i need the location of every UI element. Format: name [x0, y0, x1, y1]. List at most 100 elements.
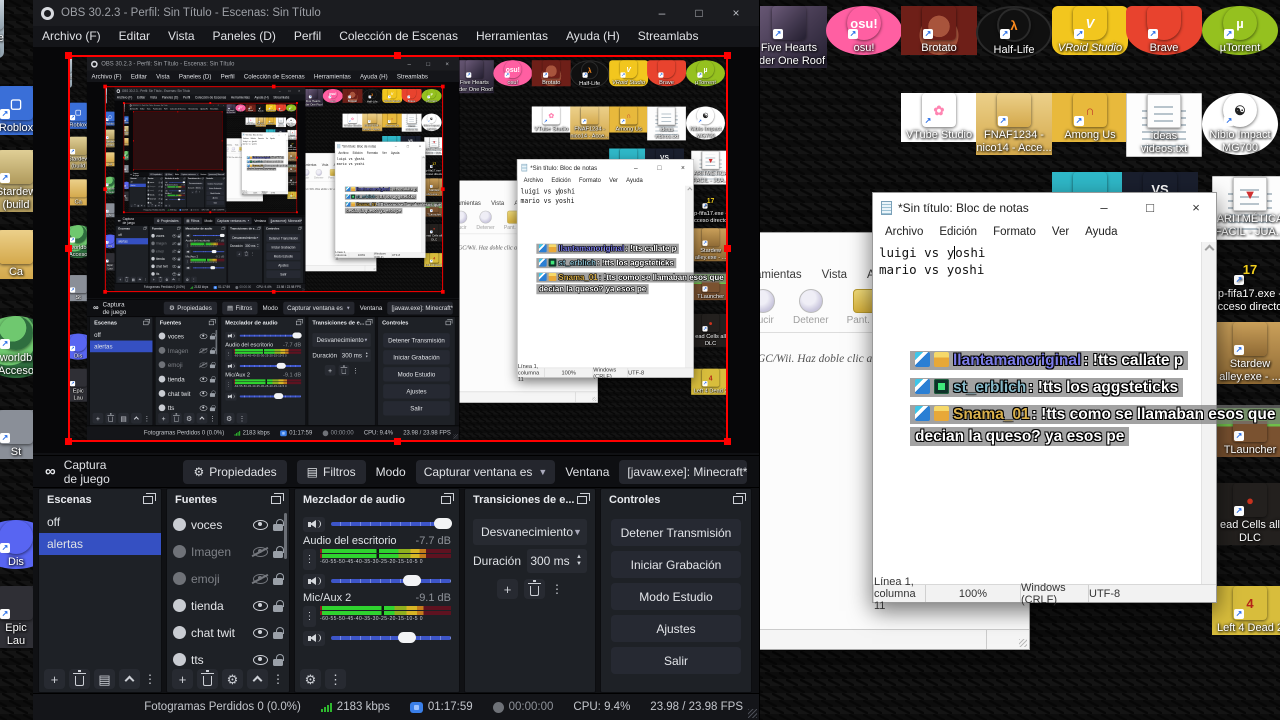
transition-type-dropdown[interactable]: Desvanecimiento ▼ [473, 519, 587, 545]
dolphin-menu-item[interactable]: Vista [822, 269, 847, 281]
remove-transition-button[interactable] [524, 579, 545, 599]
resize-grip[interactable] [748, 709, 757, 718]
control-button[interactable]: Detener Transmisión [611, 519, 741, 546]
popout-icon[interactable] [577, 493, 590, 504]
close-button[interactable]: × [1176, 193, 1216, 223]
source-item[interactable]: chat twit [167, 619, 289, 646]
visibility-eye-icon[interactable] [253, 573, 268, 584]
visibility-eye-icon[interactable] [253, 519, 268, 530]
desktop-icon[interactable]: ↗ Five Hearts nder One Roof [751, 6, 827, 68]
notepad-menu-item[interactable]: Edición [931, 223, 985, 242]
lock-icon[interactable] [273, 653, 284, 666]
maximize-button[interactable]: □ [684, 6, 714, 20]
minimize-button[interactable]: – [647, 6, 677, 20]
slider-knob[interactable] [398, 632, 417, 643]
channel-options-button[interactable]: ⋮ [303, 549, 316, 570]
volume-slider[interactable] [331, 632, 451, 643]
resize-handle[interactable] [394, 52, 401, 59]
control-button[interactable]: Modo Estudio [611, 583, 741, 610]
minimize-button[interactable]: – [1084, 193, 1124, 223]
desktop-icon[interactable]: ✿ ↗ VTube Studio [901, 93, 977, 142]
capture-mode-dropdown[interactable]: Capturar ventana es ▼ [415, 459, 556, 484]
desktop-icon[interactable]: ● ↗ ead Cells all DLC [1212, 483, 1280, 545]
mute-button[interactable] [303, 516, 325, 532]
scenes-more-button[interactable]: ⋮ [144, 672, 156, 686]
dolphin-menu-item[interactable]: amientas [755, 269, 802, 281]
scene-filters-button[interactable]: ▤ [94, 669, 115, 689]
notepad-menu-item[interactable]: Archivo [877, 223, 931, 242]
desktop-icon[interactable]: ▼ ARITMÉTICA FACIL - JUA... [1212, 176, 1280, 240]
desktop-icon[interactable]: V ↗ VRoid Studio [1052, 6, 1128, 55]
scene-item[interactable]: alertas [39, 533, 161, 555]
dolphin-tool-button[interactable]: Detener [793, 289, 829, 326]
desktop-icon[interactable]: 4 ↗ Left 4 Dead 2 [1212, 586, 1280, 635]
add-source-button[interactable]: + [172, 669, 193, 689]
control-button[interactable]: Ajustes [611, 615, 741, 642]
desktop-icon[interactable]: ↗ FNAF1234 - nico14 - Acce... [976, 93, 1052, 155]
advanced-audio-button[interactable]: ⚙ [300, 669, 321, 689]
popout-icon[interactable] [441, 493, 454, 504]
transition-more-button[interactable]: ⋮ [551, 582, 563, 596]
duration-spinner[interactable]: 300 ms ▲ ▼ [527, 549, 587, 573]
resize-handle[interactable] [724, 52, 731, 59]
source-properties-button[interactable]: ⚙ [222, 669, 243, 689]
obs-menu-item[interactable]: Herramientas [467, 26, 557, 47]
visibility-eye-icon[interactable] [253, 654, 268, 665]
visibility-eye-icon[interactable] [253, 600, 268, 611]
lock-icon[interactable] [273, 599, 284, 612]
volume-slider[interactable] [331, 575, 451, 586]
source-item[interactable]: emoji [167, 565, 289, 592]
resize-grip[interactable] [1019, 639, 1027, 647]
popout-icon[interactable] [733, 493, 746, 504]
resize-handle[interactable] [65, 438, 72, 445]
popout-icon[interactable] [271, 493, 284, 504]
source-item[interactable]: tienda [167, 592, 289, 619]
visibility-eye-icon[interactable] [253, 546, 268, 557]
properties-button[interactable]: ⚙ Propiedades [183, 459, 287, 484]
mixer-more-button[interactable]: ⋮ [325, 669, 346, 689]
slider-knob[interactable] [434, 518, 453, 529]
sources-more-button[interactable]: ⋮ [272, 672, 284, 686]
add-transition-button[interactable]: + [497, 579, 518, 599]
desktop-icon[interactable]: ↗ Brave [1126, 6, 1202, 55]
desktop-icon[interactable]: Pape rec [0, 0, 4, 58]
obs-menu-item[interactable]: Streamlabs [629, 26, 708, 47]
obs-menu-item[interactable]: Colección de Escenas [330, 26, 467, 47]
add-scene-button[interactable]: + [44, 669, 65, 689]
mute-button[interactable] [303, 630, 325, 646]
desktop-icon[interactable]: ☯ ↗ Nibio Impact MG700 [1202, 93, 1278, 155]
obs-menu-item[interactable]: Perfil [285, 26, 330, 47]
resize-handle[interactable] [394, 438, 401, 445]
control-button[interactable]: Iniciar Grabación [611, 551, 741, 578]
screen-capture-source[interactable]: ↗ Five Hearts nder One Roof osu! ↗ osu! [65, 52, 731, 445]
spinner-arrows-icon[interactable]: ▲ ▼ [573, 554, 587, 568]
lock-icon[interactable] [273, 626, 284, 639]
obs-titlebar[interactable]: OBS 30.2.3 - Perfil: Sin Título - Escena… [33, 0, 759, 26]
lock-icon[interactable] [273, 518, 284, 531]
desktop-icon[interactable]: osu! ↗ osu! [826, 6, 902, 55]
remove-scene-button[interactable] [69, 669, 90, 689]
obs-menu-item[interactable]: Archivo (F) [33, 26, 110, 47]
scene-item[interactable]: off [39, 511, 161, 533]
resize-handle[interactable] [65, 244, 72, 252]
channel-options-button[interactable]: ⋮ [303, 606, 316, 627]
control-button[interactable]: Salir [611, 647, 741, 674]
source-item[interactable]: Imagen [167, 538, 289, 565]
desktop-icon[interactable]: ideas videos.txt [1126, 93, 1202, 157]
slider-knob[interactable] [403, 575, 421, 586]
mute-button[interactable] [303, 573, 325, 589]
source-item[interactable]: tts [167, 646, 289, 666]
notepad-titlebar[interactable]: *Sin título: Bloc de notas – □ × [873, 193, 1216, 223]
desktop-icon[interactable]: ∩ ↗ Among Us [1052, 93, 1128, 142]
sources-scrollbar[interactable] [284, 513, 287, 559]
capture-window-dropdown[interactable]: [javaw.exe]: Minecraft* 1.20 ▼ [619, 459, 747, 484]
filters-button[interactable]: ▤ Filtros [296, 459, 366, 484]
visibility-eye-icon[interactable] [253, 627, 268, 638]
notepad-menu-item[interactable]: Ayuda [1077, 223, 1125, 242]
move-source-up-button[interactable] [247, 669, 268, 689]
resize-handle[interactable] [724, 438, 731, 445]
desktop-icon[interactable]: µ ↗ µTorrent [1202, 6, 1278, 55]
source-item[interactable]: voces [167, 511, 289, 538]
notepad-menu-item[interactable]: Ver [1044, 223, 1077, 242]
resize-handle[interactable] [65, 52, 72, 59]
